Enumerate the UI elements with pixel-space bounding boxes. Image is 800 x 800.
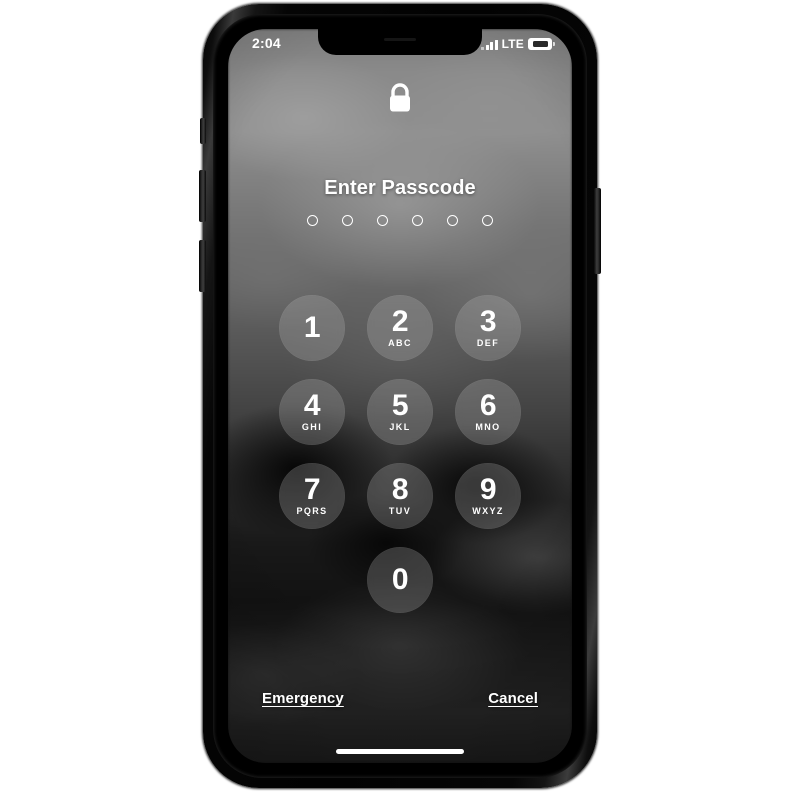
keypad-key-7[interactable]: 7 PQRS <box>279 463 345 529</box>
keypad-key-8[interactable]: 8 TUV <box>367 463 433 529</box>
home-indicator[interactable] <box>336 749 464 754</box>
earpiece-speaker-icon <box>384 38 416 41</box>
side-power-button[interactable] <box>594 188 601 274</box>
keypad-key-digit: 6 <box>479 389 497 422</box>
keypad-key-digit: 0 <box>391 562 409 596</box>
keypad-key-digit: 3 <box>479 305 497 338</box>
phone-screen: 2:04 LTE Enter Passcode 1 2 ABC 3 DEF 4 … <box>228 29 572 763</box>
keypad-key-1[interactable]: 1 <box>279 295 345 361</box>
lock-closed-icon <box>385 81 415 122</box>
keypad-key-digit: 8 <box>391 473 409 506</box>
keypad-row: 7 PQRS 8 TUV 9 WXYZ <box>266 463 534 529</box>
keypad-key-3[interactable]: 3 DEF <box>455 295 521 361</box>
screenshot-canvas: 2:04 LTE Enter Passcode 1 2 ABC 3 DEF 4 … <box>0 0 800 800</box>
keypad-key-letters: ABC <box>388 338 412 348</box>
keypad-key-letters: WXYZ <box>472 506 504 516</box>
keypad-key-0[interactable]: 0 <box>367 547 433 613</box>
display-notch <box>318 29 482 55</box>
silent-switch[interactable] <box>200 118 206 144</box>
keypad-row: 0 <box>266 547 534 613</box>
keypad-key-digit: 4 <box>303 389 321 422</box>
passcode-dot <box>307 215 318 226</box>
keypad-key-digit: 5 <box>391 389 409 422</box>
keypad-key-9[interactable]: 9 WXYZ <box>455 463 521 529</box>
cancel-button[interactable]: Cancel <box>488 690 538 707</box>
keypad-key-4[interactable]: 4 GHI <box>279 379 345 445</box>
keypad-key-letters: PQRS <box>296 506 328 516</box>
passcode-keypad: 1 2 ABC 3 DEF 4 GHI 5 JKL 6 MNO 7 PQRS 8… <box>266 295 534 631</box>
keypad-row: 1 2 ABC 3 DEF <box>266 295 534 361</box>
keypad-key-digit: 9 <box>479 473 497 506</box>
keypad-key-letters: DEF <box>476 338 500 348</box>
keypad-key-digit: 2 <box>391 305 409 338</box>
passcode-dot <box>482 215 493 226</box>
volume-down-button[interactable] <box>199 240 206 292</box>
passcode-dots <box>228 215 572 226</box>
lock-screen-actions: Emergency Cancel <box>228 690 572 707</box>
keypad-key-letters: JKL <box>389 422 411 432</box>
volume-up-button[interactable] <box>199 170 206 222</box>
keypad-key-5[interactable]: 5 JKL <box>367 379 433 445</box>
keypad-key-digit: 7 <box>303 473 321 506</box>
keypad-key-6[interactable]: 6 MNO <box>455 379 521 445</box>
keypad-key-letters: GHI <box>301 422 323 432</box>
keypad-key-letters: MNO <box>475 422 501 432</box>
passcode-dot <box>342 215 353 226</box>
passcode-dot <box>447 215 458 226</box>
keypad-key-2[interactable]: 2 ABC <box>367 295 433 361</box>
keypad-key-digit: 1 <box>303 310 321 344</box>
keypad-row: 4 GHI 5 JKL 6 MNO <box>266 379 534 445</box>
passcode-dot <box>412 215 423 226</box>
keypad-key-letters: TUV <box>388 506 412 516</box>
passcode-dot <box>377 215 388 226</box>
passcode-prompt: Enter Passcode <box>324 177 476 199</box>
emergency-button[interactable]: Emergency <box>262 690 344 707</box>
